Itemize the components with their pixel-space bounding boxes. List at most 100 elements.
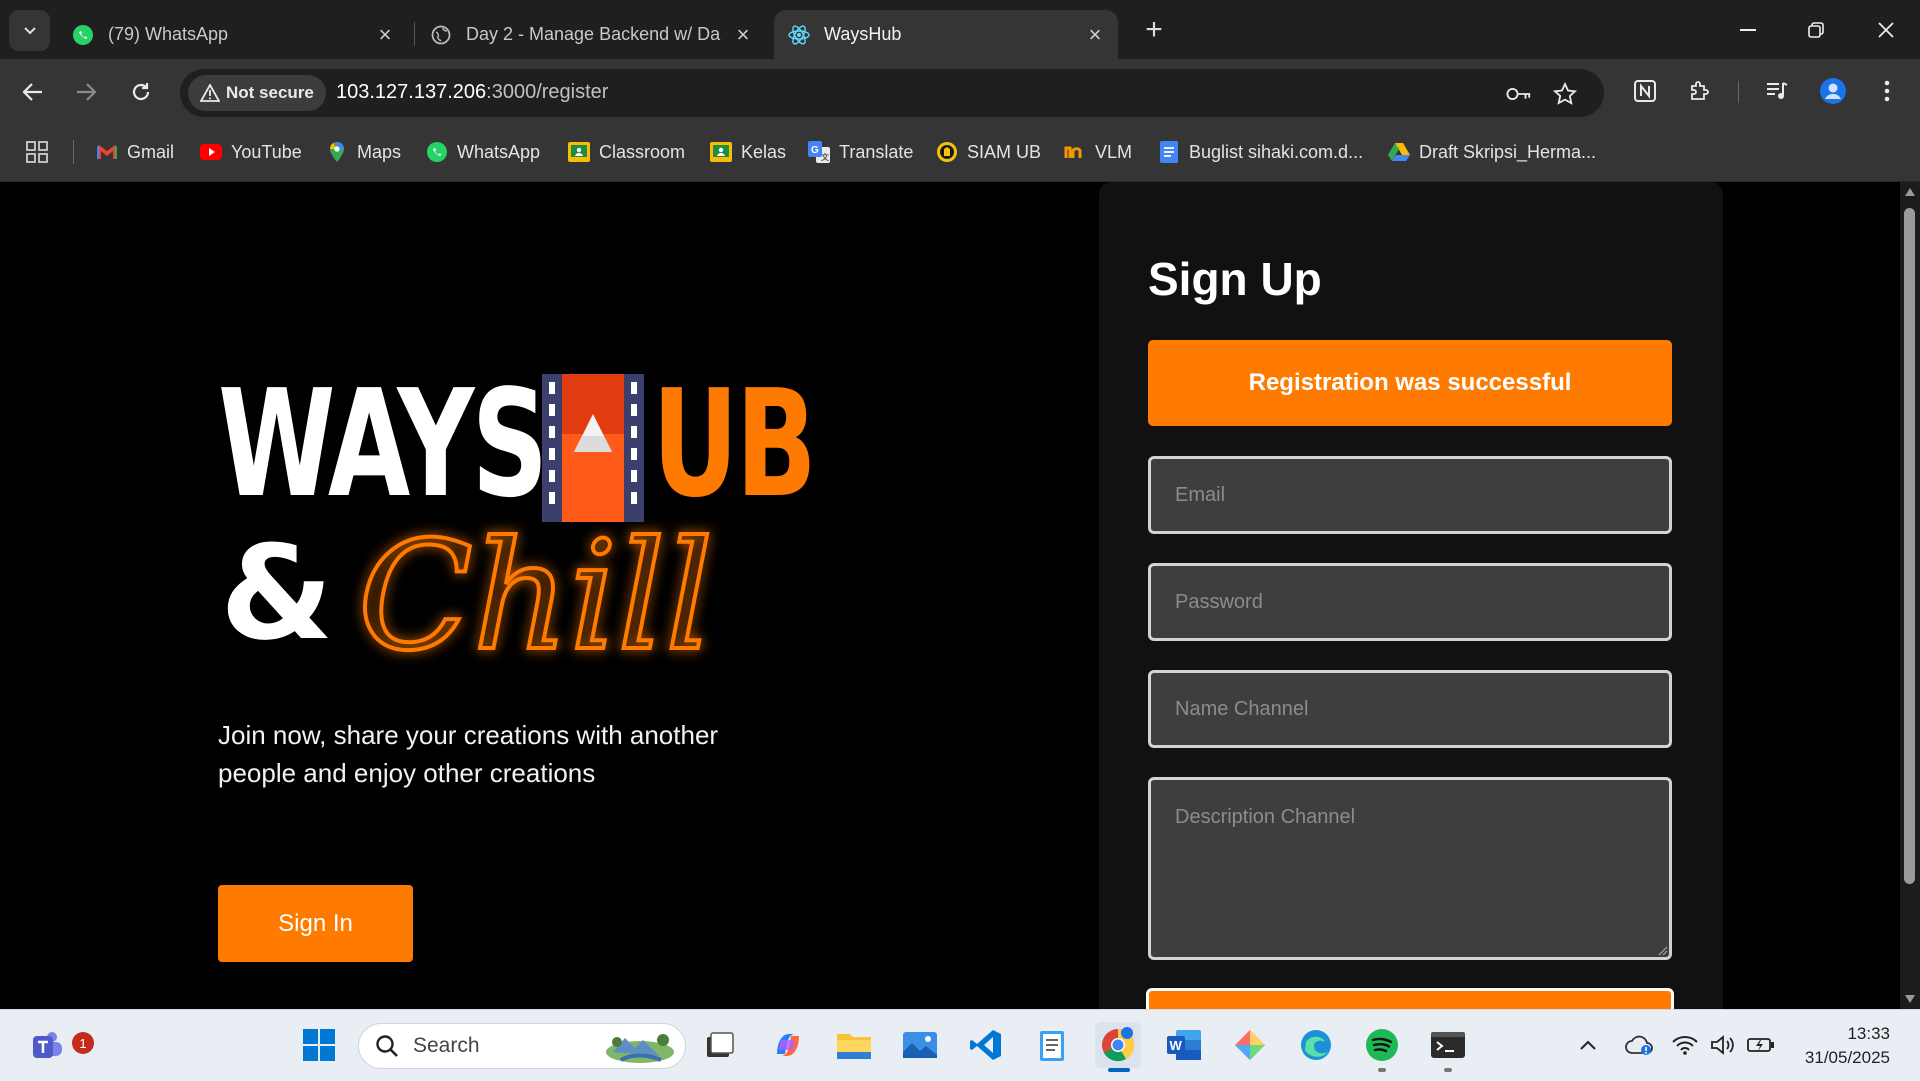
svg-text:W: W: [1170, 1038, 1183, 1053]
password-key-icon[interactable]: [1506, 81, 1532, 107]
bookmark-youtube[interactable]: YouTube: [200, 138, 302, 166]
task-view-button[interactable]: [697, 1022, 743, 1068]
tab-title: (79) WhatsApp: [108, 24, 229, 44]
profile-avatar-icon[interactable]: [1818, 76, 1848, 106]
logo-ways-text: WAYS: [218, 358, 548, 530]
warning-icon: [200, 84, 220, 102]
edge-app[interactable]: [1293, 1022, 1339, 1068]
bookmark-whatsapp[interactable]: WhatsApp: [426, 138, 540, 166]
close-tab-icon[interactable]: ×: [732, 22, 754, 47]
more-menu-icon[interactable]: [1872, 76, 1902, 106]
battery-tray[interactable]: [1744, 1022, 1778, 1068]
star-icon[interactable]: [1552, 81, 1578, 107]
back-button[interactable]: [14, 73, 52, 111]
teams-app[interactable]: 1: [24, 1022, 94, 1068]
volume-tray[interactable]: [1706, 1022, 1740, 1068]
bookmark-label: SIAM UB: [967, 141, 1042, 162]
word-app[interactable]: W: [1161, 1022, 1207, 1068]
vscode-icon: [970, 1030, 1001, 1060]
scrollbar-thumb[interactable]: [1904, 208, 1915, 884]
terminal-app[interactable]: [1425, 1022, 1471, 1068]
react-icon: [788, 24, 810, 46]
restore-icon: [1808, 22, 1824, 38]
start-button[interactable]: [296, 1022, 342, 1068]
notion-extension-icon[interactable]: [1630, 76, 1660, 106]
copilot-app[interactable]: [765, 1022, 811, 1068]
extensions-puzzle-icon[interactable]: [1685, 76, 1715, 106]
bookmark-classroom[interactable]: Classroom: [568, 138, 685, 166]
bookmark-label: VLM: [1095, 141, 1133, 162]
bookmark-label: YouTube: [231, 141, 302, 162]
close-window-button[interactable]: [1856, 8, 1916, 52]
notepad-app[interactable]: [1029, 1022, 1075, 1068]
logo-chill-text: Chill: [358, 510, 713, 684]
edge-icon: [1301, 1030, 1331, 1060]
cloud-icon: [1625, 1035, 1653, 1055]
apps-grid-button[interactable]: [26, 138, 48, 166]
bookmark-label: Classroom: [599, 141, 686, 162]
close-icon: [1878, 22, 1894, 38]
tab-day2[interactable]: Day 2 - Manage Backend w/ Da ×: [416, 10, 766, 59]
tab-whatsapp[interactable]: (79) WhatsApp ×: [58, 10, 408, 59]
tab-divider: [414, 22, 415, 46]
siam-icon: [936, 141, 958, 163]
signup-card: Sign Up Registration was successful Emai…: [1099, 182, 1723, 1028]
file-explorer-app[interactable]: [831, 1022, 877, 1068]
chrome-icon: [1102, 1027, 1135, 1062]
drive-icon: [1388, 141, 1410, 163]
spotify-app[interactable]: [1359, 1022, 1405, 1068]
address-bar[interactable]: Not secure 103.127.137.206:3000/register: [180, 69, 1604, 117]
url-text[interactable]: 103.127.137.206:3000/register: [336, 81, 608, 104]
bookmark-vlm[interactable]: VLM: [1064, 138, 1132, 166]
tab-wayshub[interactable]: WaysHub ×: [774, 10, 1118, 59]
close-tab-icon[interactable]: ×: [1084, 22, 1106, 47]
teams-icon: [33, 1032, 62, 1058]
sign-in-button[interactable]: Sign In: [218, 885, 413, 962]
wifi-tray[interactable]: [1668, 1022, 1702, 1068]
forward-button[interactable]: [67, 73, 105, 111]
onedrive-tray[interactable]: [1620, 1022, 1658, 1068]
taskbar-search[interactable]: Search: [358, 1023, 686, 1069]
apps-grid-icon: [26, 141, 48, 163]
spotify-icon: [1366, 1029, 1398, 1061]
show-hidden-icons-button[interactable]: [1570, 1022, 1606, 1068]
chrome-app[interactable]: [1095, 1022, 1141, 1068]
vscode-app[interactable]: [963, 1022, 1009, 1068]
restore-button[interactable]: [1786, 8, 1846, 52]
wayshub-logo: WAYS UB & Chill: [218, 370, 818, 700]
reload-button[interactable]: [122, 73, 160, 111]
translate-icon: G文: [808, 141, 830, 163]
hero-tagline: Join now, share your creations with anot…: [218, 720, 719, 788]
close-tab-icon[interactable]: ×: [374, 22, 396, 47]
bookmark-maps[interactable]: Maps: [326, 138, 401, 166]
bookmark-gmail[interactable]: Gmail: [96, 138, 174, 166]
tab-search-button[interactable]: [9, 10, 50, 51]
gemini-app[interactable]: [1227, 1022, 1273, 1068]
name-channel-field[interactable]: Name Channel: [1148, 670, 1672, 748]
logo-ub-text: UB: [652, 358, 817, 530]
scroll-up-icon[interactable]: [1905, 188, 1915, 196]
svg-text:文: 文: [821, 152, 830, 162]
toolbar-divider: [1738, 81, 1739, 103]
bookmark-buglist[interactable]: Buglist sihaki.com.d...: [1158, 138, 1363, 166]
password-field[interactable]: Password: [1148, 563, 1672, 641]
email-field[interactable]: Email: [1148, 456, 1672, 534]
photos-app[interactable]: [897, 1022, 943, 1068]
bookmark-siam-ub[interactable]: SIAM UB: [936, 138, 1041, 166]
bookmark-draft-skripsi[interactable]: Draft Skripsi_Herma...: [1388, 138, 1596, 166]
bookmark-kelas[interactable]: Kelas: [710, 138, 786, 166]
browser-toolbar: Not secure 103.127.137.206:3000/register: [0, 59, 1920, 124]
bookmark-label: Draft Skripsi_Herma...: [1419, 141, 1597, 162]
description-channel-field[interactable]: Description Channel: [1148, 777, 1672, 960]
bookmark-translate[interactable]: G文 Translate: [808, 138, 913, 166]
security-chip[interactable]: Not secure: [188, 75, 326, 111]
media-control-icon[interactable]: [1762, 76, 1792, 106]
running-app-indicator: [1378, 1068, 1386, 1072]
system-clock[interactable]: 13:33 31/05/2025: [1805, 1022, 1890, 1070]
scroll-down-icon[interactable]: [1905, 995, 1915, 1003]
new-tab-button[interactable]: +: [1138, 13, 1170, 46]
globe-icon: [430, 24, 452, 46]
minimize-button[interactable]: [1718, 8, 1778, 52]
chevron-up-icon: [1580, 1040, 1596, 1050]
resize-handle-icon[interactable]: [1658, 946, 1668, 956]
